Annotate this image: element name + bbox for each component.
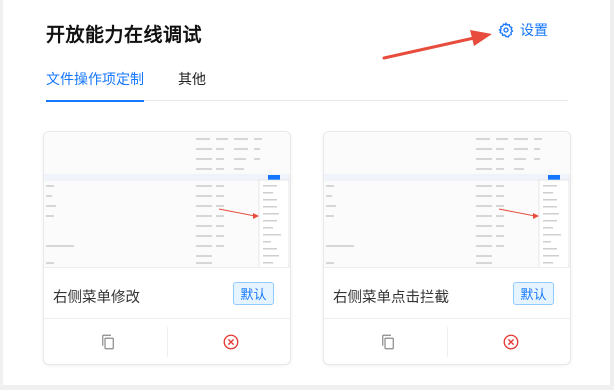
- default-badge[interactable]: 默认: [233, 282, 274, 305]
- card-actions: [44, 318, 290, 364]
- tab-bar: 文件操作项定制 其他: [46, 69, 568, 102]
- close-circle-icon[interactable]: [222, 333, 240, 351]
- card-actions: [324, 318, 570, 364]
- tab-other[interactable]: 其他: [178, 69, 206, 101]
- card-name: 右侧菜单修改: [53, 290, 140, 306]
- copy-icon[interactable]: [99, 333, 117, 351]
- template-card[interactable]: 右侧菜单修改 默认: [43, 131, 291, 365]
- card-name: 右侧菜单点击拦截: [333, 290, 449, 306]
- template-card[interactable]: 右侧菜单点击拦截 默认: [323, 131, 571, 365]
- actions-divider: [447, 327, 448, 357]
- settings-label: 设置: [520, 22, 548, 38]
- copy-icon[interactable]: [379, 333, 397, 351]
- thumbnail-preview: [324, 132, 570, 267]
- card-thumbnail: [44, 132, 290, 268]
- settings-button[interactable]: 设置: [498, 20, 548, 40]
- tab-file-operations[interactable]: 文件操作项定制: [46, 69, 144, 102]
- thumbnail-preview: [44, 132, 290, 267]
- close-circle-icon[interactable]: [502, 333, 520, 351]
- gear-icon: [498, 22, 514, 38]
- dialog-frame: 开放能力在线调试 设置 文件操作项定制 其他 右侧菜单修改 默认 右侧菜单点击拦…: [0, 0, 614, 390]
- card-thumbnail: [324, 132, 570, 268]
- actions-divider: [167, 327, 168, 357]
- default-badge[interactable]: 默认: [513, 282, 554, 305]
